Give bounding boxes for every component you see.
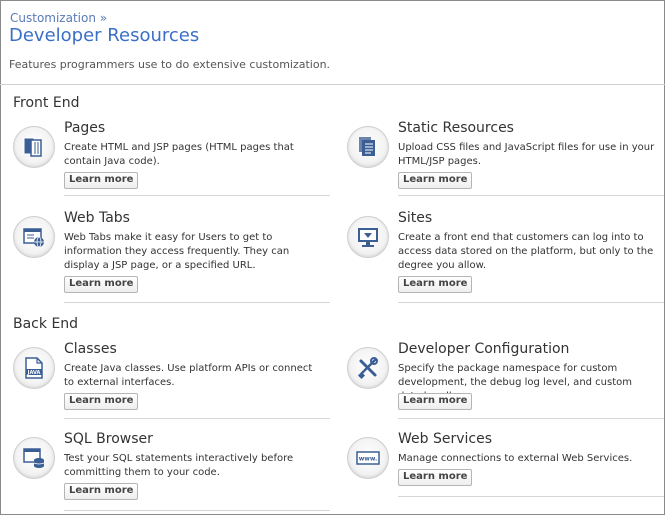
java-file-icon: JAVA <box>13 347 55 389</box>
item-title[interactable]: Web Services <box>398 431 492 447</box>
item-divider <box>64 418 330 419</box>
item-title[interactable]: SQL Browser <box>64 431 153 447</box>
page-subtitle: Features programmers use to do extensive… <box>9 58 331 71</box>
learn-more-button[interactable]: Learn more <box>398 393 473 410</box>
web-services-icon: www. <box>347 437 389 479</box>
item-description: Test your SQL statements interactively b… <box>64 453 294 478</box>
breadcrumb[interactable]: Customization » <box>10 11 107 25</box>
item-title[interactable]: Developer Configuration <box>398 341 569 357</box>
learn-more-button[interactable]: Learn more <box>398 172 473 189</box>
item-title[interactable]: Pages <box>64 120 105 136</box>
section-title-back-end: Back End <box>13 316 79 332</box>
learn-more-button[interactable]: Learn more <box>398 276 473 293</box>
item-description: Web Tabs make it easy for Users to get t… <box>64 232 290 271</box>
item-description: Create Java classes. Use platform APIs o… <box>64 363 313 388</box>
item-divider <box>398 418 664 419</box>
item-divider <box>64 302 330 303</box>
item-description: Manage connections to external Web Servi… <box>398 453 633 464</box>
item-description: Upload CSS files and JavaScript files fo… <box>398 142 655 167</box>
tools-icon <box>347 347 389 389</box>
header-divider <box>0 84 665 85</box>
static-resources-icon <box>347 126 389 168</box>
web-tabs-icon <box>13 216 55 258</box>
item-title[interactable]: Sites <box>398 210 432 226</box>
item-divider <box>398 195 664 196</box>
java-label: JAVA <box>27 370 41 376</box>
sql-database-icon <box>13 437 55 479</box>
item-divider <box>64 510 330 511</box>
item-description: Create HTML and JSP pages (HTML pages th… <box>64 142 294 167</box>
item-divider <box>398 496 664 497</box>
item-title[interactable]: Web Tabs <box>64 210 130 226</box>
pages-icon <box>13 126 55 168</box>
item-divider <box>398 302 664 303</box>
sites-icon <box>347 216 389 258</box>
learn-more-button[interactable]: Learn more <box>398 469 473 486</box>
learn-more-button[interactable]: Learn more <box>64 393 139 410</box>
learn-more-button[interactable]: Learn more <box>64 172 139 189</box>
item-title[interactable]: Classes <box>64 341 117 357</box>
learn-more-button[interactable]: Learn more <box>64 483 139 500</box>
item-title[interactable]: Static Resources <box>398 120 514 136</box>
item-divider <box>64 195 330 196</box>
www-label: www. <box>359 456 378 463</box>
section-title-front-end: Front End <box>13 95 80 111</box>
item-description: Create a front end that customers can lo… <box>398 232 654 271</box>
learn-more-button[interactable]: Learn more <box>64 276 139 293</box>
page-title: Developer Resources <box>9 25 200 46</box>
